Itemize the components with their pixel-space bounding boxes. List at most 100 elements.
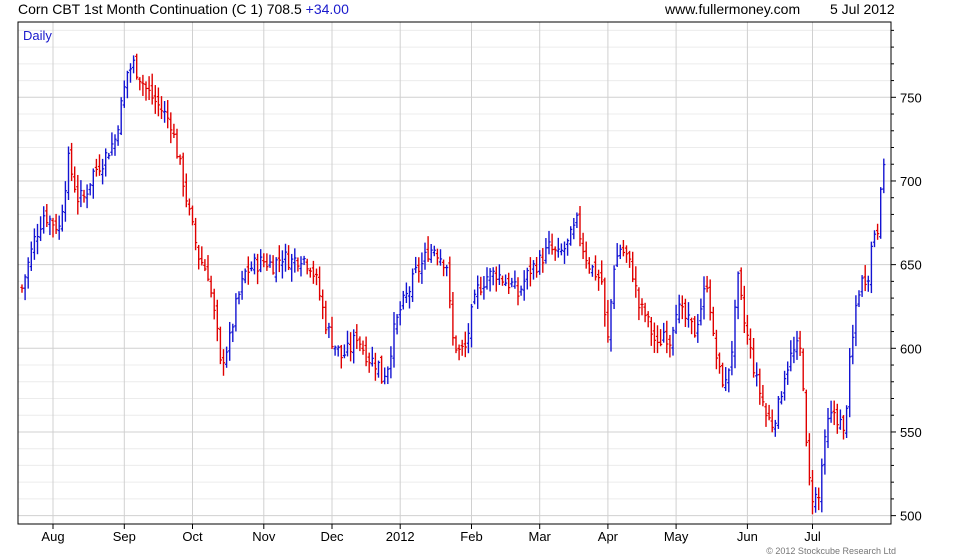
ohlc-bar	[417, 257, 421, 283]
price-chart: 500 550 600 650 700 750 Aug Sep Oct Nov Dec 2012 Fe…	[17, 21, 922, 556]
date-tick-label: Mar	[529, 529, 552, 544]
ohlc-bar	[169, 112, 173, 144]
ohlc-bar	[562, 241, 567, 264]
ohlc-bar	[841, 415, 846, 440]
date-tick-label: Jul	[804, 529, 821, 544]
ohlc-bar	[342, 344, 346, 359]
ohlc-bar	[380, 355, 384, 384]
ohlc-bar	[194, 217, 198, 251]
ohlc-bar	[364, 336, 368, 367]
ohlc-bar	[398, 301, 402, 326]
ohlc-bar	[587, 257, 591, 274]
ohlc-bar	[349, 332, 353, 362]
ohlc-bar	[277, 245, 281, 273]
ohlc-bar	[559, 243, 563, 256]
price-tick-label: 700	[900, 174, 922, 189]
ohlc-bar	[110, 132, 114, 156]
ohlc-bar	[721, 362, 725, 388]
period-label: Daily	[23, 28, 52, 43]
ohlc-bar	[779, 391, 784, 405]
ohlc-bar	[708, 279, 712, 321]
ohlc-bar	[221, 349, 226, 376]
ohlc-bar	[153, 85, 157, 114]
ohlc-bar	[857, 290, 861, 308]
ohlc-bar	[327, 322, 331, 339]
ohlc-bar	[851, 324, 855, 365]
ohlc-bar	[872, 230, 877, 248]
ohlc-bar	[612, 265, 616, 309]
ohlc-bar	[736, 271, 740, 320]
ohlc-bar	[305, 258, 309, 275]
ohlc-bar	[240, 270, 244, 300]
ohlc-bar	[442, 259, 446, 277]
ohlc-bar	[426, 236, 430, 262]
ohlc-bar	[553, 246, 557, 261]
ohlc-bar	[438, 249, 443, 266]
date-tick-label: 2012	[386, 529, 415, 544]
ohlc-bar	[147, 76, 151, 101]
ohlc-bar	[854, 295, 858, 347]
ohlc-bar	[640, 298, 644, 316]
ohlc-bar	[256, 253, 260, 285]
ohlc-bar	[758, 368, 762, 405]
date-tick-label: Sep	[113, 529, 136, 544]
ohlc-bar	[510, 277, 514, 288]
ohlc-bar	[88, 183, 92, 196]
ohlc-bar	[314, 268, 319, 286]
date-tick-label: Dec	[320, 529, 344, 544]
ohlc-bar	[218, 326, 222, 365]
ohlc-bar	[435, 248, 439, 266]
ohlc-bar	[848, 348, 852, 418]
ohlc-bar	[572, 217, 576, 240]
ohlc-bar	[376, 360, 381, 378]
ohlc-bar	[643, 302, 647, 323]
ohlc-bar	[845, 405, 849, 439]
ohlc-bar	[482, 276, 486, 300]
ohlc-bar	[125, 70, 129, 99]
ohlc-bar	[876, 223, 880, 240]
ohlc-bar	[488, 268, 492, 292]
ohlc-bar	[792, 336, 796, 364]
ohlc-bar	[714, 329, 718, 370]
ohlc-bar	[26, 257, 30, 289]
ohlc-bar	[810, 469, 815, 515]
ohlc-bar	[717, 352, 722, 374]
ohlc-bar	[128, 63, 133, 83]
ohlc-bar	[544, 238, 548, 264]
ohlc-bar	[789, 340, 793, 372]
ohlc-bar	[404, 282, 408, 304]
ohlc-bar	[807, 433, 811, 486]
ohlc-bar	[513, 270, 517, 289]
ohlc-bar	[476, 275, 480, 309]
ohlc-bar	[175, 128, 179, 159]
ohlc-bar	[104, 148, 108, 177]
ohlc-bar	[609, 299, 613, 352]
ohlc-bar	[460, 339, 464, 356]
ohlc-bar	[420, 252, 424, 284]
ohlc-bar	[336, 345, 340, 357]
ohlc-bar	[835, 403, 839, 434]
ohlc-bar	[500, 275, 505, 286]
ohlc-bar	[798, 330, 802, 356]
ohlc-bar	[454, 335, 458, 354]
ohlc-bar	[473, 289, 477, 305]
ohlc-bar	[333, 345, 337, 356]
ohlc-bar	[122, 80, 126, 108]
ohlc-bar	[352, 329, 356, 364]
ohlc-bar	[252, 253, 257, 275]
date-tick-label: Nov	[252, 529, 276, 544]
ohlc-bar	[73, 166, 77, 193]
ohlc-bar	[290, 253, 294, 282]
ohlc-bar	[631, 251, 635, 283]
ohlc-bar	[776, 396, 780, 429]
ohlc-bar	[783, 370, 787, 401]
ohlc-bars	[20, 53, 886, 515]
ohlc-bar	[745, 314, 749, 345]
price-tick-label: 600	[900, 341, 922, 356]
ohlc-bar	[370, 346, 374, 367]
ohlc-bar	[451, 291, 455, 346]
ohlc-bar	[615, 243, 619, 267]
price-axis: 500 550 600 650 700 750	[891, 29, 922, 524]
ohlc-bar	[767, 404, 771, 421]
ohlc-bar	[646, 311, 650, 328]
